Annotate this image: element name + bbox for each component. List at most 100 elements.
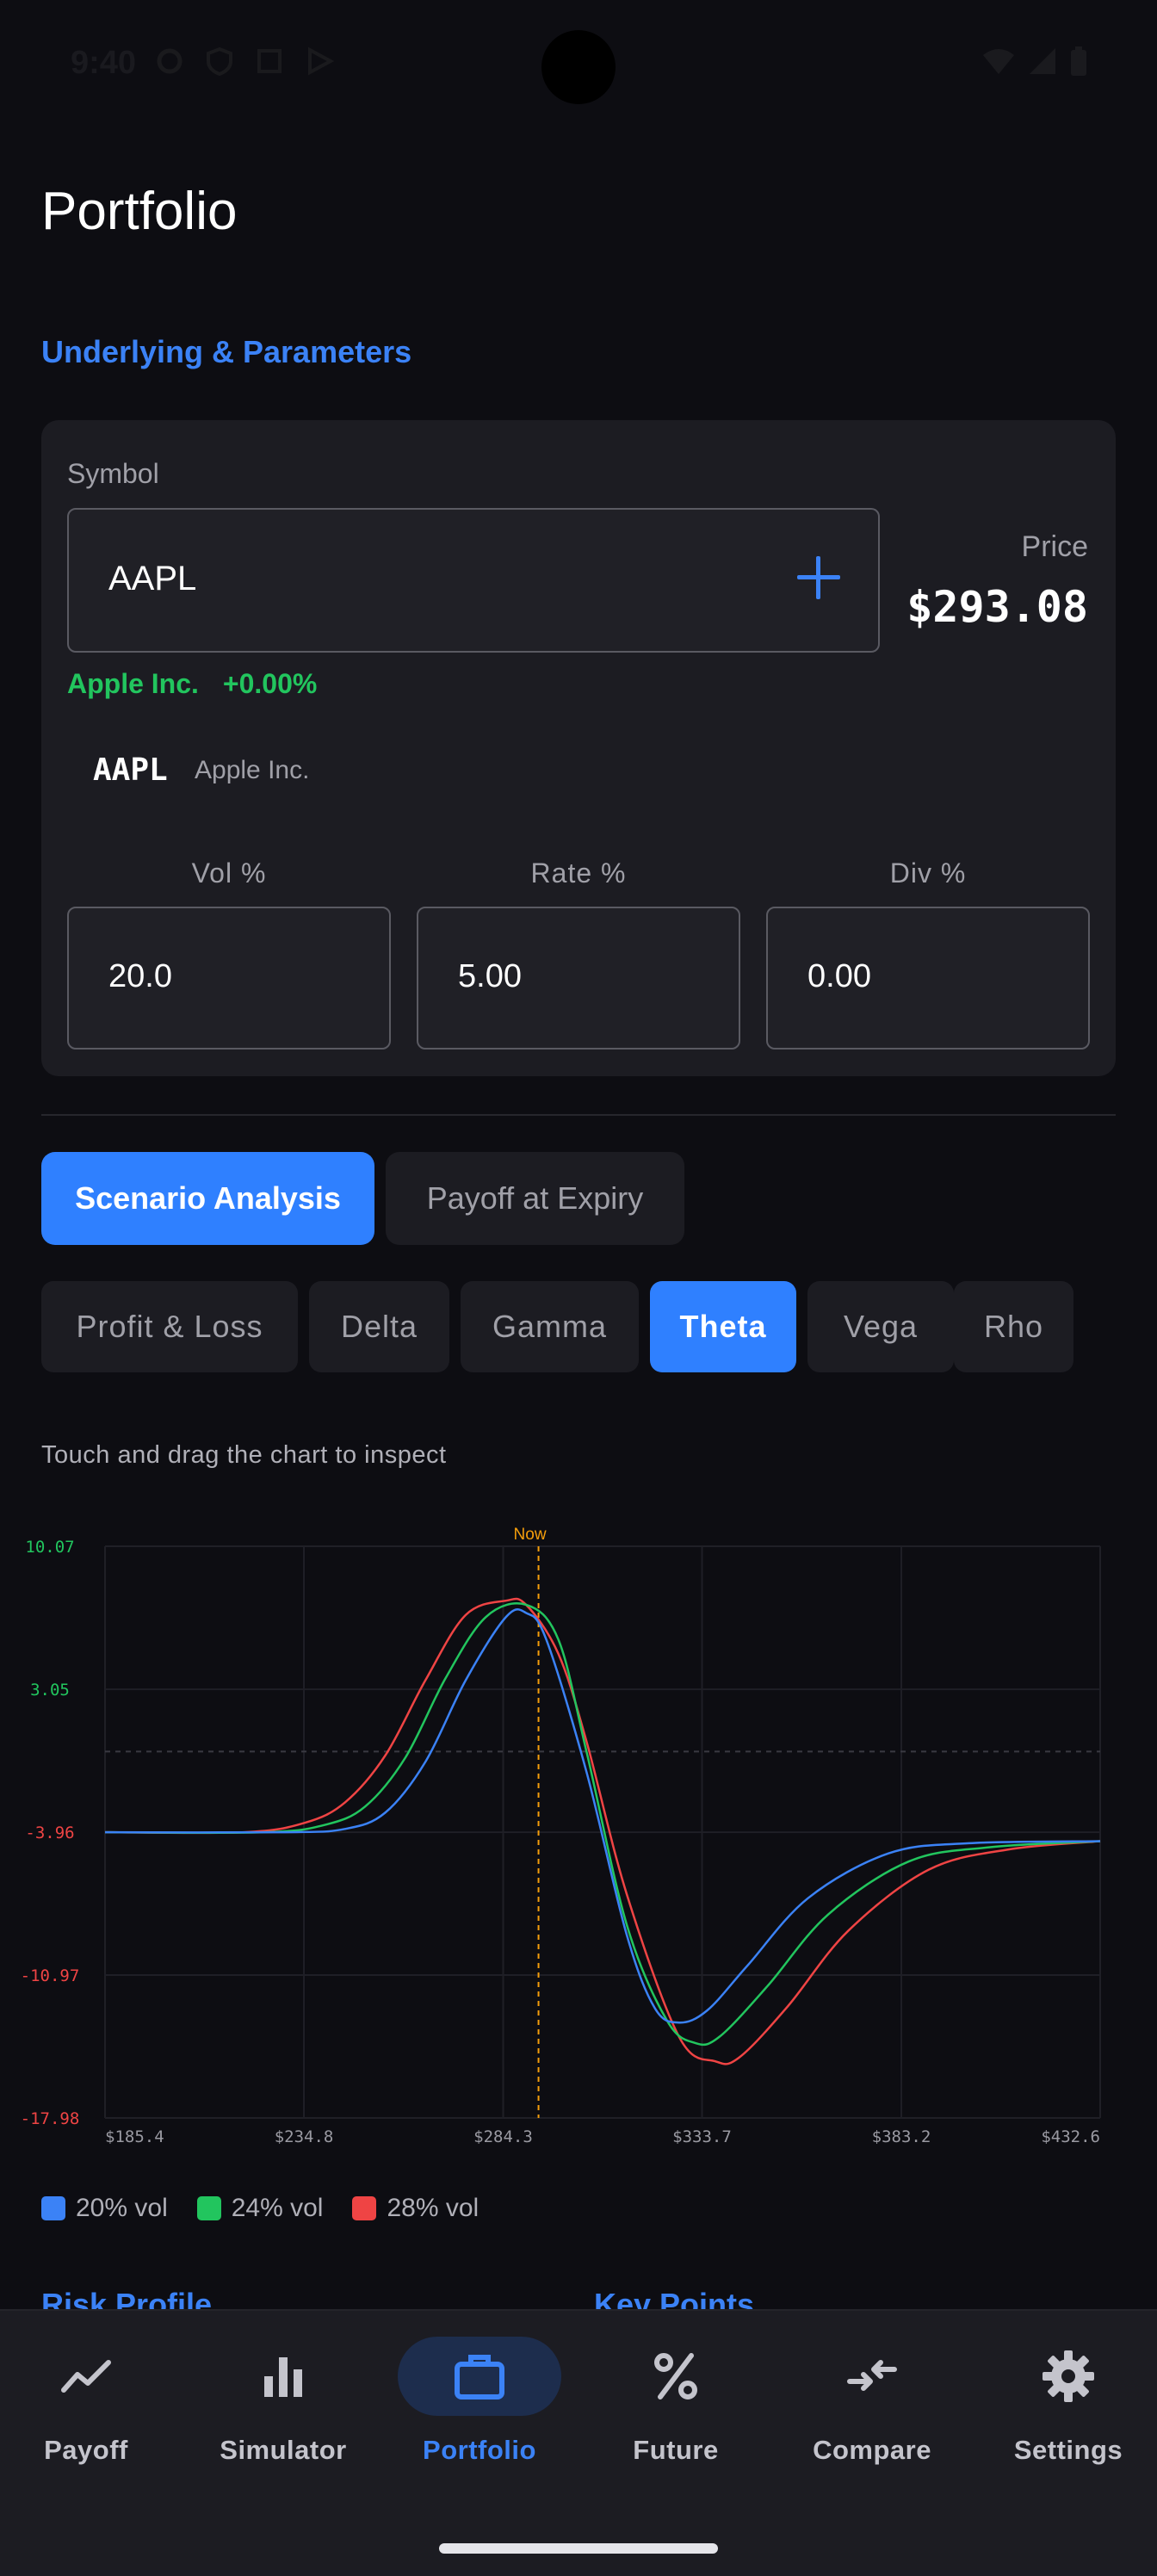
legend-item-1: 24% vol <box>196 2194 324 2223</box>
legend-item-0: 20% vol <box>41 2194 168 2223</box>
system-icons <box>981 46 1088 82</box>
div-value: 0.00 <box>807 958 871 994</box>
series-line-0 <box>104 1608 1101 2024</box>
status-time: 9:40 <box>71 45 137 81</box>
tab-profit-loss[interactable]: Profit & Loss <box>41 1281 298 1372</box>
change-percent: +0.00% <box>222 668 318 699</box>
section-divider <box>41 1114 1116 1116</box>
camera-cutout <box>541 30 616 104</box>
nav-simulator-label: Simulator <box>220 2435 347 2465</box>
series-line-1 <box>104 1602 1101 2047</box>
x-tick-label-0: $185.4 <box>105 2127 164 2144</box>
nav-compare-icon-wrap <box>790 2337 954 2416</box>
rate-param: Rate % 5.00 <box>417 858 740 1050</box>
chart-legend: 20% vol 24% vol 28% vol <box>41 2194 479 2223</box>
legend-swatch-blue <box>41 2196 65 2220</box>
suggestion-name[interactable]: Apple Inc. <box>195 756 309 785</box>
parameters-card: Symbol AAPL Price $293.08 Apple Inc. +0.0… <box>41 420 1116 1076</box>
vol-param: Vol % 20.0 <box>67 858 391 1050</box>
x-tick-label-4: $383.2 <box>872 2127 931 2144</box>
symbol-label: Symbol <box>67 458 159 489</box>
notification-icons <box>155 46 335 77</box>
nav-settings-icon-wrap <box>987 2337 1150 2416</box>
nav-simulator[interactable]: Simulator <box>187 2337 380 2466</box>
nav-settings[interactable]: Settings <box>972 2337 1157 2466</box>
bar-chart-icon <box>264 2357 302 2397</box>
x-tick-label-2: $284.3 <box>473 2127 533 2144</box>
wifi-icon <box>981 46 1016 82</box>
params-section-title: Underlying & Parameters <box>41 334 412 369</box>
trend-line-icon <box>61 2360 111 2393</box>
gear-icon <box>1043 2350 1094 2402</box>
add-symbol-icon[interactable] <box>794 553 844 603</box>
legend-swatch-green <box>196 2196 221 2220</box>
briefcase-icon <box>455 2355 504 2400</box>
x-tick-label-5: $432.6 <box>1041 2127 1100 2144</box>
accessibility-icon <box>255 46 284 76</box>
nav-simulator-icon-wrap <box>201 2337 365 2416</box>
symbol-input[interactable]: AAPL <box>67 508 880 653</box>
tab-gamma[interactable]: Gamma <box>461 1281 639 1372</box>
nav-future-icon-wrap <box>594 2337 758 2416</box>
vol-label: Vol % <box>191 858 267 889</box>
play-store-icon <box>305 46 335 76</box>
nav-payoff-icon-wrap <box>4 2337 168 2416</box>
x-tick-label-1: $234.8 <box>275 2127 334 2144</box>
chart-hint: Touch and drag the chart to inspect <box>41 1441 447 1469</box>
shield-icon <box>205 46 234 77</box>
rate-label: Rate % <box>530 858 627 889</box>
status-bar: 9:40 <box>0 0 1157 129</box>
tab-vega[interactable]: Vega <box>807 1281 954 1372</box>
vol-value: 20.0 <box>108 958 172 994</box>
nav-portfolio-icon-wrap <box>398 2337 561 2416</box>
legend-item-2: 28% vol <box>352 2194 479 2223</box>
y-tick-label-2: -3.96 <box>25 1824 74 1842</box>
y-tick-label-0: 10.07 <box>25 1538 74 1557</box>
div-param: Div % 0.00 <box>766 858 1090 1050</box>
page-title: Portfolio <box>41 182 238 241</box>
now-marker-label: Now <box>514 1526 547 1544</box>
legend-label-0: 20% vol <box>76 2194 168 2222</box>
y-tick-label-3: -10.97 <box>21 1966 80 1985</box>
nav-portfolio-label: Portfolio <box>423 2435 536 2465</box>
y-tick-label-4: -17.98 <box>21 2109 80 2128</box>
bottom-nav: Payoff Simulator Portfolio Future Compar… <box>0 2309 1157 2576</box>
tab-payoff-at-expiry[interactable]: Payoff at Expiry <box>386 1152 684 1245</box>
price-label: Price <box>1021 530 1088 563</box>
battery-icon <box>1069 46 1088 82</box>
symbol-value: AAPL <box>108 560 197 598</box>
div-input[interactable]: 0.00 <box>766 907 1090 1050</box>
vol-input[interactable]: 20.0 <box>67 907 391 1050</box>
home-indicator <box>439 2543 718 2554</box>
legend-label-2: 28% vol <box>387 2194 480 2222</box>
price-value: $293.08 <box>906 582 1088 632</box>
nav-compare[interactable]: Compare <box>776 2337 968 2466</box>
tab-delta[interactable]: Delta <box>309 1281 449 1372</box>
suggestion-ticker[interactable]: AAPL <box>93 752 168 788</box>
percent-icon <box>654 2353 697 2400</box>
tab-theta[interactable]: Theta <box>650 1281 796 1372</box>
compare-arrows-icon <box>847 2360 897 2391</box>
x-tick-label-3: $333.7 <box>672 2127 732 2144</box>
rate-input[interactable]: 5.00 <box>417 907 740 1050</box>
signal-icon <box>1028 46 1057 82</box>
nav-portfolio[interactable]: Portfolio <box>383 2337 576 2466</box>
y-tick-label-1: 3.05 <box>30 1681 70 1700</box>
theta-chart[interactable]: Now 10.07 3.05 -3.96 -10.97 -17.98 $185.4 $234.… <box>0 1515 1157 2144</box>
nav-future[interactable]: Future <box>579 2337 772 2466</box>
tab-scenario-analysis[interactable]: Scenario Analysis <box>41 1152 374 1245</box>
nav-settings-label: Settings <box>1013 2435 1123 2465</box>
nav-future-label: Future <box>633 2435 719 2465</box>
chart-svg[interactable]: Now 10.07 3.05 -3.96 -10.97 -17.98 $185.4 $234.… <box>0 1515 1157 2144</box>
nav-compare-label: Compare <box>813 2435 931 2465</box>
legend-swatch-red <box>352 2196 377 2220</box>
google-icon <box>155 46 184 76</box>
tab-rho[interactable]: Rho <box>954 1281 1073 1372</box>
legend-label-1: 24% vol <box>231 2194 324 2222</box>
nav-payoff[interactable]: Payoff <box>0 2337 183 2466</box>
company-info: Apple Inc. +0.00% <box>67 668 317 700</box>
company-name: Apple Inc. <box>67 668 199 699</box>
div-label: Div % <box>889 858 967 889</box>
rate-value: 5.00 <box>458 958 522 994</box>
nav-payoff-label: Payoff <box>44 2435 128 2465</box>
